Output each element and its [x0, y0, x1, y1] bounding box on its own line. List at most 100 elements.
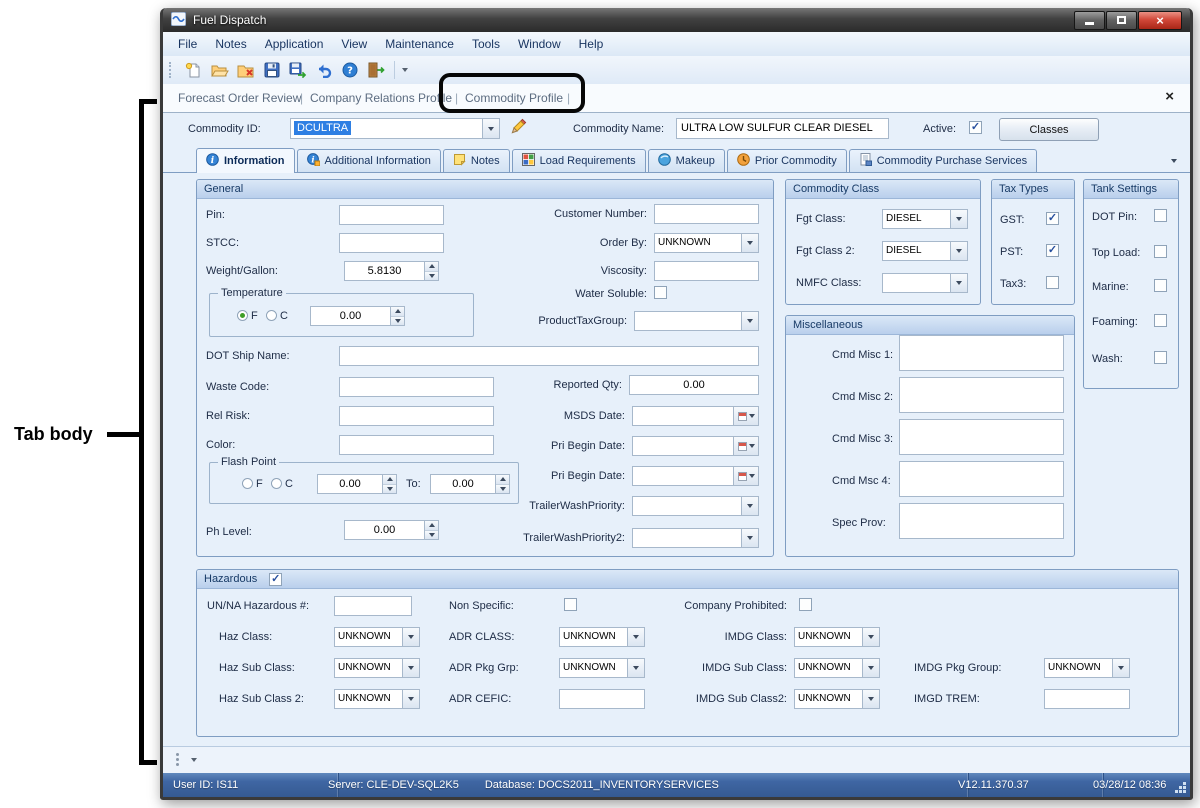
cmd-misc3-input[interactable] [899, 419, 1064, 455]
menu-tools[interactable]: Tools [463, 34, 509, 54]
product-tax-group-select[interactable] [634, 311, 759, 331]
msds-date-picker[interactable] [632, 406, 759, 426]
dropdown-button[interactable] [862, 659, 879, 677]
flash-point-f-radio[interactable] [242, 478, 253, 489]
cmd-msc4-input[interactable] [899, 461, 1064, 497]
dropdown-button[interactable] [402, 628, 419, 646]
ph-level-spinner[interactable]: 0.00 [344, 520, 439, 540]
stcc-input[interactable] [339, 233, 444, 253]
date-picker-button[interactable] [733, 407, 758, 425]
order-by-select[interactable]: UNKNOWN [654, 233, 759, 253]
imdg-class-select[interactable]: UNKNOWN [794, 627, 880, 647]
waste-code-input[interactable] [339, 377, 494, 397]
dropdown-button[interactable] [741, 312, 758, 330]
new-document-icon[interactable] [182, 60, 205, 81]
color-input[interactable] [339, 435, 494, 455]
rel-risk-input[interactable] [339, 406, 494, 426]
dropdown-button[interactable] [741, 234, 758, 252]
nmfc-class-select[interactable] [882, 273, 968, 293]
dot-ship-name-input[interactable] [339, 346, 759, 366]
commodity-id-dropdown-button[interactable] [482, 119, 499, 138]
tab-commodity-purchase-services[interactable]: Commodity Purchase Services [849, 149, 1037, 172]
menu-application[interactable]: Application [256, 34, 333, 54]
fgt-class2-select[interactable]: DIESEL [882, 241, 968, 261]
spinner-buttons[interactable] [424, 521, 438, 539]
remove-folder-icon[interactable] [234, 60, 257, 81]
strip-expand-icon[interactable] [191, 758, 197, 762]
toolbar-overflow-icon[interactable] [402, 68, 408, 72]
spin-up-icon[interactable] [425, 521, 438, 530]
dropdown-button[interactable] [402, 690, 419, 708]
open-folder-icon[interactable] [208, 60, 231, 81]
doc-tab-company-relations-profile[interactable]: Company Relations Profile [310, 91, 452, 105]
dropdown-button[interactable] [1112, 659, 1129, 677]
reported-qty-input[interactable]: 0.00 [629, 375, 759, 395]
menu-maintenance[interactable]: Maintenance [376, 34, 463, 54]
spin-down-icon[interactable] [391, 316, 404, 326]
toolbar-grip[interactable] [169, 62, 174, 78]
marine-checkbox[interactable] [1154, 279, 1167, 292]
imdg-sub-class-select[interactable]: UNKNOWN [794, 658, 880, 678]
doc-tab-forecast-order-review[interactable]: Forecast Order Review [178, 91, 301, 105]
spin-up-icon[interactable] [391, 307, 404, 316]
classes-button[interactable]: Classes [999, 118, 1099, 141]
gst-checkbox[interactable] [1046, 212, 1059, 225]
resize-grip[interactable] [1183, 790, 1186, 793]
drag-handle-icon[interactable] [176, 753, 179, 756]
minimize-button[interactable] [1074, 11, 1105, 30]
spinner-buttons[interactable] [390, 307, 404, 325]
trailer-wash-priority-select[interactable] [632, 496, 759, 516]
company-prohibited-checkbox[interactable] [799, 598, 812, 611]
dot-pin-checkbox[interactable] [1154, 209, 1167, 222]
spin-up-icon[interactable] [425, 262, 438, 271]
tab-makeup[interactable]: Makeup [648, 149, 725, 172]
fgt-class-select[interactable]: DIESEL [882, 209, 968, 229]
non-specific-checkbox[interactable] [564, 598, 577, 611]
un-na-hazardous-input[interactable] [334, 596, 412, 616]
pst-checkbox[interactable] [1046, 244, 1059, 257]
trailer-wash-priority2-select[interactable] [632, 528, 759, 548]
commodity-id-combobox[interactable]: DCULTRA [290, 118, 500, 139]
water-soluble-checkbox[interactable] [654, 286, 667, 299]
imdg-pkg-group-select[interactable]: UNKNOWN [1044, 658, 1130, 678]
top-load-checkbox[interactable] [1154, 245, 1167, 258]
cmd-misc2-input[interactable] [899, 377, 1064, 413]
pin-input[interactable] [339, 205, 444, 225]
menu-help[interactable]: Help [570, 34, 613, 54]
imgd-trem-input[interactable] [1044, 689, 1130, 709]
customer-number-input[interactable] [654, 204, 759, 224]
doc-tab-commodity-profile[interactable]: Commodity Profile [465, 91, 563, 105]
exit-icon[interactable] [364, 60, 387, 81]
maximize-button[interactable] [1106, 11, 1137, 30]
foaming-checkbox[interactable] [1154, 314, 1167, 327]
edit-pencil-icon[interactable] [508, 117, 528, 140]
tab-additional-information[interactable]: i Additional Information [297, 149, 441, 172]
spin-down-icon[interactable] [425, 271, 438, 281]
pri-begin-date2-picker[interactable] [632, 466, 759, 486]
wash-checkbox[interactable] [1154, 351, 1167, 364]
flash-point-spinner[interactable]: 0.00 [317, 474, 397, 494]
dropdown-button[interactable] [741, 497, 758, 515]
menu-file[interactable]: File [169, 34, 206, 54]
help-icon[interactable]: ? [338, 60, 361, 81]
spin-up-icon[interactable] [383, 475, 396, 484]
viscosity-input[interactable] [654, 261, 759, 281]
pri-begin-date-picker[interactable] [632, 436, 759, 456]
spinner-buttons[interactable] [424, 262, 438, 280]
tab-overflow-icon[interactable] [1171, 159, 1177, 163]
save-export-icon[interactable] [286, 60, 309, 81]
undo-icon[interactable] [312, 60, 335, 81]
dropdown-button[interactable] [402, 659, 419, 677]
tab-information[interactable]: i Information [196, 148, 295, 173]
temperature-f-radio[interactable] [237, 310, 248, 321]
commodity-name-input[interactable]: ULTRA LOW SULFUR CLEAR DIESEL [676, 118, 889, 139]
save-icon[interactable] [260, 60, 283, 81]
temperature-c-radio[interactable] [266, 310, 277, 321]
dropdown-button[interactable] [950, 210, 967, 228]
close-tab-icon[interactable]: × [1165, 89, 1174, 104]
dropdown-button[interactable] [862, 690, 879, 708]
spin-down-icon[interactable] [425, 530, 438, 540]
imdg-sub-class2-select[interactable]: UNKNOWN [794, 689, 880, 709]
flash-point-to-spinner[interactable]: 0.00 [430, 474, 510, 494]
date-picker-button[interactable] [733, 467, 758, 485]
